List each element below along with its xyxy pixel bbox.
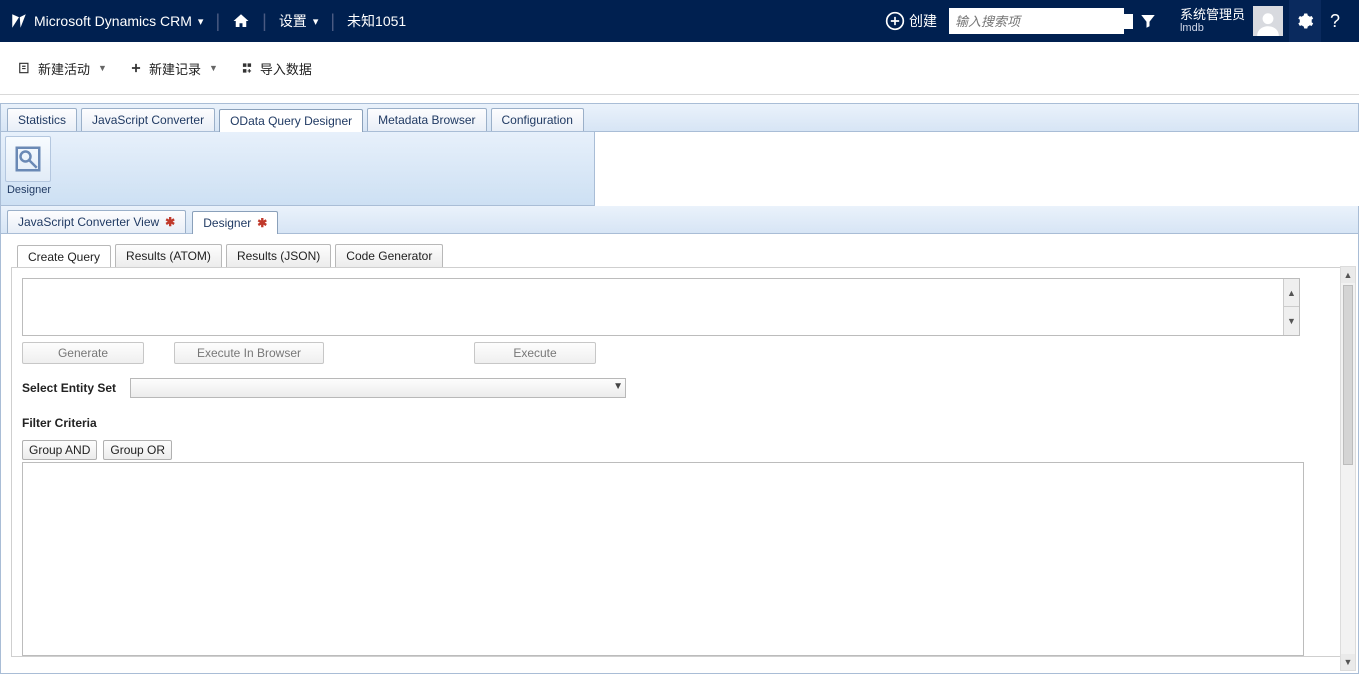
select-entity-set-label: Select Entity Set bbox=[22, 381, 116, 395]
advanced-find-button[interactable] bbox=[1128, 12, 1168, 30]
action-buttons: Generate Execute In Browser Execute bbox=[22, 342, 1337, 364]
tab-view-js-converter[interactable]: JavaScript Converter View ✱ bbox=[7, 210, 186, 233]
tab-odata-designer[interactable]: OData Query Designer bbox=[219, 109, 363, 132]
person-icon bbox=[1255, 10, 1281, 36]
tab-results-json[interactable]: Results (JSON) bbox=[226, 244, 331, 267]
ribbon-designer-label: Designer bbox=[7, 184, 51, 196]
ribbon: Designer bbox=[0, 132, 595, 206]
tab-create-query[interactable]: Create Query bbox=[17, 245, 111, 268]
help-icon: ? bbox=[1330, 11, 1340, 32]
cmd-new-record[interactable]: 新建记录 ▼ bbox=[129, 59, 218, 78]
divider: | bbox=[262, 11, 267, 32]
group-or-button[interactable]: Group OR bbox=[103, 440, 172, 460]
filter-icon bbox=[1139, 12, 1157, 30]
home-icon bbox=[232, 12, 250, 30]
generate-button[interactable]: Generate bbox=[22, 342, 144, 364]
tabstrip-designer: Create Query Results (ATOM) Results (JSO… bbox=[17, 244, 1348, 267]
brand[interactable]: Microsoft Dynamics CRM ▾ bbox=[10, 12, 203, 30]
chevron-down-icon: ▾ bbox=[198, 15, 204, 28]
tab-js-converter[interactable]: JavaScript Converter bbox=[81, 108, 215, 131]
designer-body: Create Query Results (ATOM) Results (JSO… bbox=[0, 234, 1359, 674]
execute-in-browser-button[interactable]: Execute In Browser bbox=[174, 342, 324, 364]
nav-settings[interactable]: 设置 ▾ bbox=[279, 11, 319, 31]
user-menu[interactable]: 系统管理员 lmdb bbox=[1180, 7, 1245, 36]
import-icon bbox=[240, 61, 254, 75]
tabstrip-views: JavaScript Converter View ✱ Designer ✱ bbox=[0, 206, 1359, 234]
scroll-up-button[interactable]: ▲ bbox=[1283, 279, 1299, 307]
avatar[interactable] bbox=[1253, 6, 1283, 36]
crm-logo-icon bbox=[10, 12, 28, 30]
tab-statistics[interactable]: Statistics bbox=[7, 108, 77, 131]
close-icon[interactable]: ✱ bbox=[257, 217, 267, 229]
user-name: 系统管理员 bbox=[1180, 7, 1245, 23]
tab-configuration[interactable]: Configuration bbox=[491, 108, 584, 131]
cmd-import-data-label: 导入数据 bbox=[260, 59, 312, 78]
user-org: lmdb bbox=[1180, 22, 1245, 35]
tab-view-designer-label: Designer bbox=[203, 216, 251, 230]
group-buttons: Group AND Group OR bbox=[22, 440, 1337, 460]
create-button[interactable]: 创建 bbox=[885, 11, 937, 31]
gear-icon bbox=[1296, 12, 1314, 30]
filter-criteria-label: Filter Criteria bbox=[22, 416, 1337, 430]
create-label: 创建 bbox=[909, 11, 937, 31]
command-bar: 新建活动 ▼ 新建记录 ▼ 导入数据 bbox=[0, 42, 1359, 94]
chevron-down-icon: ▾ bbox=[313, 15, 319, 28]
plus-circle-icon bbox=[885, 11, 905, 31]
chevron-down-icon: ▼ bbox=[613, 381, 623, 392]
chevron-down-icon: ▼ bbox=[98, 63, 107, 73]
help-button[interactable]: ? bbox=[1321, 11, 1349, 32]
close-icon[interactable]: ✱ bbox=[165, 216, 175, 228]
search-box[interactable] bbox=[949, 8, 1124, 34]
create-query-panel: ▲ ▼ Generate Execute In Browser Execute … bbox=[11, 267, 1348, 657]
designer-icon bbox=[13, 144, 43, 174]
scroll-down-icon[interactable]: ▼ bbox=[1341, 654, 1355, 670]
cmd-new-activity[interactable]: 新建活动 ▼ bbox=[18, 59, 107, 78]
cmd-new-record-label: 新建记录 bbox=[149, 59, 201, 78]
ribbon-designer-button[interactable]: Designer bbox=[5, 136, 53, 196]
top-nav: Microsoft Dynamics CRM ▾ | | 设置 ▾ | 未知10… bbox=[0, 0, 1359, 42]
tab-code-generator[interactable]: Code Generator bbox=[335, 244, 443, 267]
divider: | bbox=[330, 11, 335, 32]
scroll-down-button[interactable]: ▼ bbox=[1283, 307, 1299, 335]
chevron-down-icon: ▼ bbox=[209, 63, 218, 73]
nav-settings-label: 设置 bbox=[279, 11, 307, 31]
group-and-button[interactable]: Group AND bbox=[22, 440, 97, 460]
cmd-new-activity-label: 新建活动 bbox=[38, 59, 90, 78]
new-activity-icon bbox=[18, 61, 32, 75]
home-button[interactable] bbox=[232, 12, 250, 30]
entity-set-row: Select Entity Set ▼ bbox=[22, 378, 1337, 398]
nav-unknown-label: 未知1051 bbox=[347, 11, 406, 31]
tab-results-atom[interactable]: Results (ATOM) bbox=[115, 244, 222, 267]
tabstrip-main: Statistics JavaScript Converter OData Qu… bbox=[0, 103, 1359, 132]
scrollbar-vertical[interactable]: ▲ ▼ bbox=[1340, 266, 1356, 671]
divider: | bbox=[215, 11, 220, 32]
scroll-up-icon[interactable]: ▲ bbox=[1341, 267, 1355, 283]
settings-button[interactable] bbox=[1289, 0, 1321, 42]
filter-criteria-area[interactable] bbox=[22, 462, 1304, 656]
tab-view-designer[interactable]: Designer ✱ bbox=[192, 211, 278, 234]
scroll-thumb[interactable] bbox=[1343, 285, 1353, 465]
tab-metadata-browser[interactable]: Metadata Browser bbox=[367, 108, 486, 131]
nav-unknown[interactable]: 未知1051 bbox=[347, 11, 406, 31]
plus-icon bbox=[129, 61, 143, 75]
brand-label: Microsoft Dynamics CRM bbox=[34, 13, 192, 29]
search-input[interactable] bbox=[955, 14, 1133, 29]
tab-view-js-converter-label: JavaScript Converter View bbox=[18, 215, 159, 229]
execute-button[interactable]: Execute bbox=[474, 342, 596, 364]
entity-set-select[interactable]: ▼ bbox=[130, 378, 626, 398]
cmd-import-data[interactable]: 导入数据 bbox=[240, 59, 312, 78]
query-textarea[interactable]: ▲ ▼ bbox=[22, 278, 1300, 336]
